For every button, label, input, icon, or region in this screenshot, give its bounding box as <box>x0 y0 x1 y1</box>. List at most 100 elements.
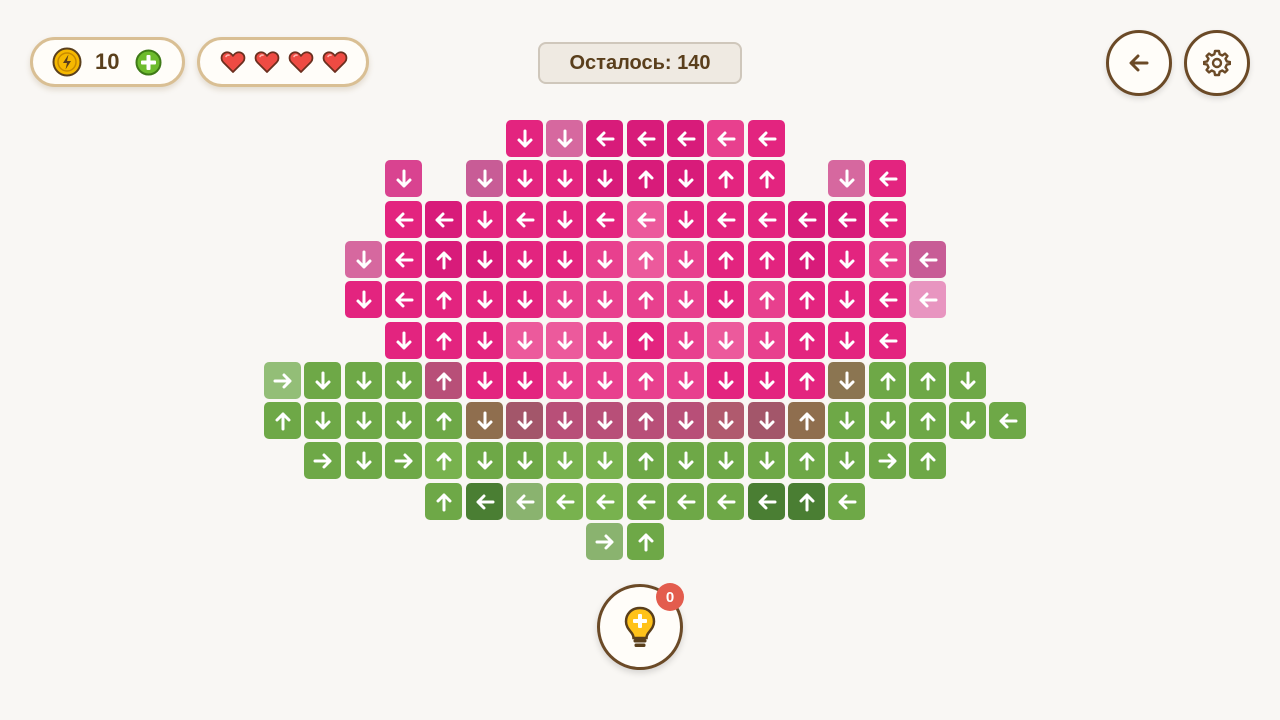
arrow-tile[interactable] <box>788 201 825 238</box>
arrow-tile[interactable] <box>667 362 704 399</box>
arrow-tile[interactable] <box>869 322 906 359</box>
arrow-tile[interactable] <box>546 442 583 479</box>
arrow-tile[interactable] <box>506 402 543 439</box>
arrow-tile[interactable] <box>264 362 301 399</box>
arrow-tile[interactable] <box>627 160 664 197</box>
arrow-tile[interactable] <box>546 281 583 318</box>
arrow-tile[interactable] <box>828 241 865 278</box>
arrow-tile[interactable] <box>586 120 623 157</box>
arrow-tile[interactable] <box>345 402 382 439</box>
arrow-tile[interactable] <box>425 241 462 278</box>
arrow-tile[interactable] <box>304 362 341 399</box>
arrow-tile[interactable] <box>828 483 865 520</box>
arrow-tile[interactable] <box>546 402 583 439</box>
arrow-tile[interactable] <box>264 402 301 439</box>
arrow-tile[interactable] <box>869 160 906 197</box>
arrow-tile[interactable] <box>385 201 422 238</box>
arrow-tile[interactable] <box>828 442 865 479</box>
arrow-tile[interactable] <box>788 362 825 399</box>
arrow-tile[interactable] <box>707 362 744 399</box>
arrow-tile[interactable] <box>627 402 664 439</box>
arrow-tile[interactable] <box>748 160 785 197</box>
arrow-tile[interactable] <box>586 322 623 359</box>
arrow-tile[interactable] <box>828 362 865 399</box>
arrow-tile[interactable] <box>828 281 865 318</box>
settings-button[interactable] <box>1184 30 1250 96</box>
arrow-tile[interactable] <box>788 241 825 278</box>
arrow-tile[interactable] <box>949 362 986 399</box>
arrow-tile[interactable] <box>586 201 623 238</box>
arrow-tile[interactable] <box>385 362 422 399</box>
arrow-tile[interactable] <box>667 483 704 520</box>
arrow-tile[interactable] <box>425 483 462 520</box>
arrow-tile[interactable] <box>546 483 583 520</box>
arrow-tile[interactable] <box>667 402 704 439</box>
arrow-tile[interactable] <box>707 160 744 197</box>
arrow-tile[interactable] <box>707 442 744 479</box>
arrow-tile[interactable] <box>425 442 462 479</box>
arrow-tile[interactable] <box>506 120 543 157</box>
arrow-tile[interactable] <box>586 281 623 318</box>
arrow-tile[interactable] <box>586 241 623 278</box>
arrow-tile[interactable] <box>748 201 785 238</box>
arrow-tile[interactable] <box>667 442 704 479</box>
arrow-tile[interactable] <box>586 523 623 560</box>
arrow-tile[interactable] <box>546 322 583 359</box>
arrow-tile[interactable] <box>707 322 744 359</box>
arrow-tile[interactable] <box>627 523 664 560</box>
arrow-tile[interactable] <box>748 402 785 439</box>
arrow-tile[interactable] <box>748 483 785 520</box>
arrow-tile[interactable] <box>586 483 623 520</box>
arrow-tile[interactable] <box>506 442 543 479</box>
arrow-tile[interactable] <box>304 402 341 439</box>
arrow-tile[interactable] <box>667 322 704 359</box>
back-button[interactable] <box>1106 30 1172 96</box>
arrow-tile[interactable] <box>506 241 543 278</box>
arrow-tile[interactable] <box>707 120 744 157</box>
arrow-tile[interactable] <box>546 362 583 399</box>
arrow-tile[interactable] <box>748 362 785 399</box>
arrow-tile[interactable] <box>506 362 543 399</box>
arrow-tile[interactable] <box>909 241 946 278</box>
arrow-tile[interactable] <box>667 120 704 157</box>
arrow-tile[interactable] <box>788 402 825 439</box>
arrow-tile[interactable] <box>586 160 623 197</box>
arrow-tile[interactable] <box>627 322 664 359</box>
arrow-tile[interactable] <box>385 402 422 439</box>
arrow-tile[interactable] <box>627 281 664 318</box>
plus-icon[interactable] <box>135 49 162 76</box>
arrow-tile[interactable] <box>466 160 503 197</box>
arrow-tile[interactable] <box>828 201 865 238</box>
arrow-tile[interactable] <box>667 241 704 278</box>
arrow-tile[interactable] <box>586 402 623 439</box>
arrow-tile[interactable] <box>385 241 422 278</box>
arrow-tile[interactable] <box>466 362 503 399</box>
arrow-tile[interactable] <box>869 442 906 479</box>
arrow-tile[interactable] <box>869 281 906 318</box>
arrow-tile[interactable] <box>788 483 825 520</box>
arrow-tile[interactable] <box>385 281 422 318</box>
arrow-tile[interactable] <box>546 201 583 238</box>
arrow-tile[interactable] <box>707 281 744 318</box>
arrow-tile[interactable] <box>667 160 704 197</box>
arrow-tile[interactable] <box>828 160 865 197</box>
arrow-tile[interactable] <box>466 322 503 359</box>
arrow-tile[interactable] <box>909 442 946 479</box>
arrow-tile[interactable] <box>627 483 664 520</box>
arrow-tile[interactable] <box>345 362 382 399</box>
arrow-tile[interactable] <box>466 201 503 238</box>
arrow-tile[interactable] <box>788 322 825 359</box>
arrow-tile[interactable] <box>506 201 543 238</box>
arrow-tile[interactable] <box>627 201 664 238</box>
arrow-tile[interactable] <box>909 362 946 399</box>
arrow-tile[interactable] <box>667 201 704 238</box>
arrow-tile[interactable] <box>345 442 382 479</box>
arrow-tile[interactable] <box>707 201 744 238</box>
arrow-tile[interactable] <box>869 241 906 278</box>
arrow-tile[interactable] <box>788 281 825 318</box>
arrow-tile[interactable] <box>466 442 503 479</box>
arrow-tile[interactable] <box>506 281 543 318</box>
arrow-tile[interactable] <box>586 362 623 399</box>
arrow-tile[interactable] <box>828 402 865 439</box>
arrow-tile[interactable] <box>466 483 503 520</box>
